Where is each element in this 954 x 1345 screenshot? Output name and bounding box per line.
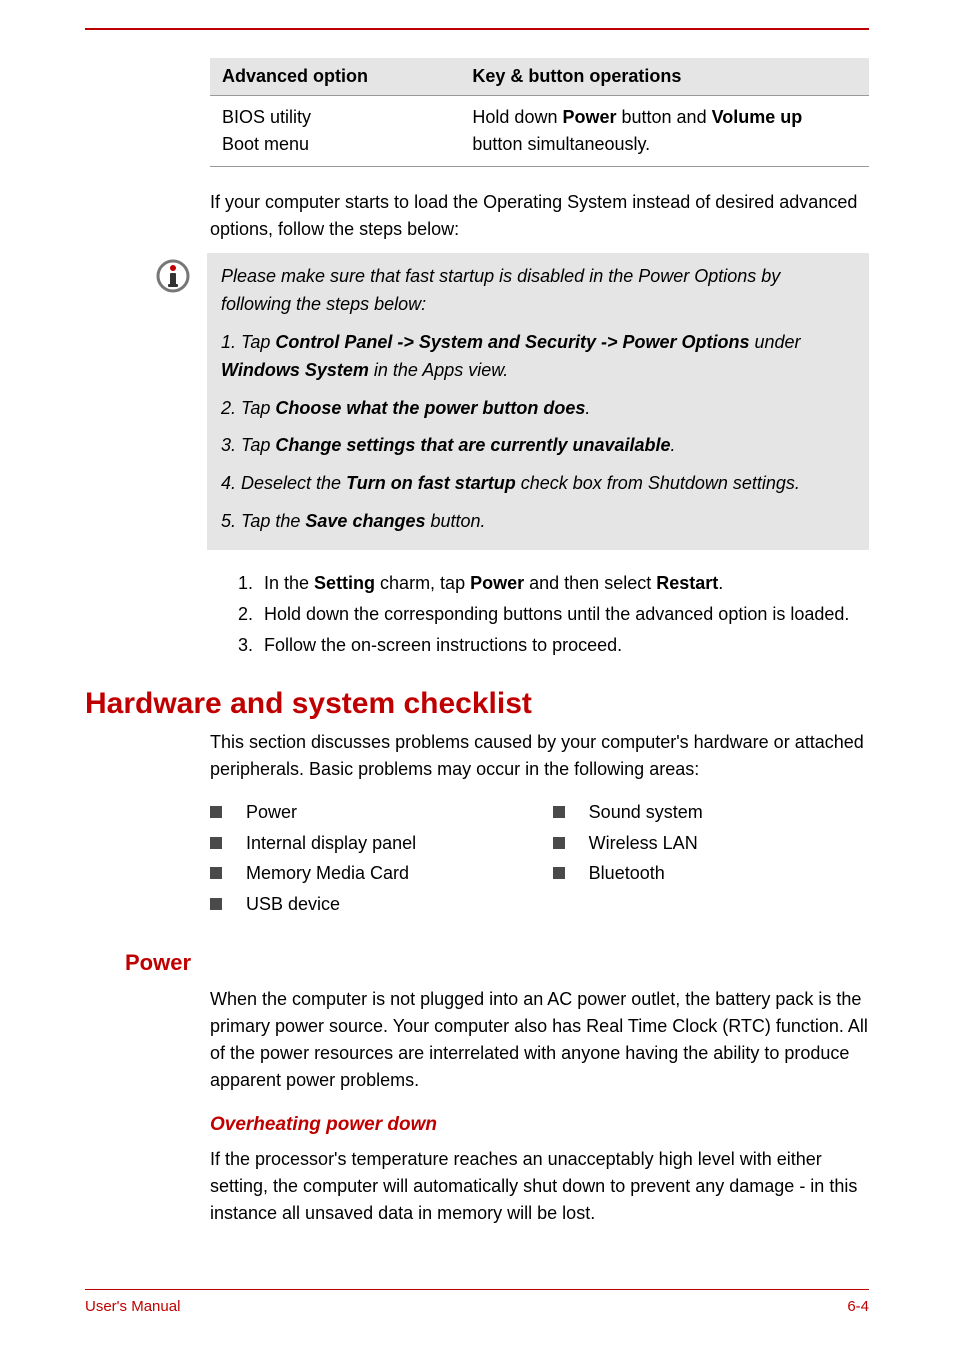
text: Hold down — [472, 107, 562, 127]
checklist-label: Memory Media Card — [246, 858, 409, 889]
checklist-columns: Power Internal display panel Memory Medi… — [210, 797, 869, 919]
text: 4. Deselect the — [221, 473, 346, 493]
power-paragraph: When the computer is not plugged into an… — [210, 986, 869, 1094]
note-p3: 2. Tap Choose what the power button does… — [221, 395, 855, 423]
checklist-label: Wireless LAN — [589, 828, 698, 859]
cell-key-operations: Hold down Power button and Volume up but… — [460, 96, 869, 167]
advanced-options-table: Advanced option Key & button operations … — [210, 58, 869, 167]
footer-page-number: 6-4 — [847, 1298, 869, 1315]
text: check box from Shutdown settings. — [516, 473, 800, 493]
text: 2. Tap — [221, 398, 275, 418]
text: . — [671, 435, 676, 455]
text: 1. Tap — [221, 332, 275, 352]
text: . — [585, 398, 590, 418]
checklist-intro: This section discusses problems caused b… — [210, 729, 869, 783]
text-bold: Turn on fast startup — [346, 473, 516, 493]
text-bold: Control Panel -> System and Security -> … — [275, 332, 749, 352]
checklist-label: Sound system — [589, 797, 703, 828]
overheat-paragraph: If the processor's temperature reaches a… — [210, 1146, 869, 1227]
checklist-label: USB device — [246, 889, 340, 920]
heading-hardware-checklist: Hardware and system checklist — [85, 687, 869, 721]
list-item: Power — [210, 797, 553, 828]
note-p5: 4. Deselect the Turn on fast startup che… — [221, 470, 855, 498]
text: charm, tap — [375, 573, 470, 593]
bullet-square-icon — [210, 898, 222, 910]
list-item: Memory Media Card — [210, 858, 553, 889]
checklist-label: Internal display panel — [246, 828, 416, 859]
list-item: Hold down the corresponding buttons unti… — [258, 601, 869, 628]
bullet-square-icon — [210, 837, 222, 849]
cell-bios-utility: BIOS utility — [222, 104, 448, 131]
text: 5. Tap the — [221, 511, 305, 531]
table-header-advanced-option: Advanced option — [210, 58, 460, 96]
text: In the — [264, 573, 314, 593]
footer-rule — [85, 1289, 869, 1290]
list-item: Wireless LAN — [553, 828, 869, 859]
bullet-square-icon — [553, 837, 565, 849]
table-row: BIOS utility Boot menu Hold down Power b… — [210, 96, 869, 167]
intro-paragraph: If your computer starts to load the Oper… — [210, 189, 869, 243]
text-bold: Power — [470, 573, 524, 593]
checklist-label: Power — [246, 797, 297, 828]
text-bold: Save changes — [305, 511, 425, 531]
text: 3. Tap — [221, 435, 275, 455]
note-p4: 3. Tap Change settings that are currentl… — [221, 432, 855, 460]
text: button and — [617, 107, 712, 127]
note-box: Please make sure that fast startup is di… — [85, 253, 869, 550]
bullet-square-icon — [210, 806, 222, 818]
heading-overheating: Overheating power down — [210, 1114, 869, 1136]
bullet-square-icon — [210, 867, 222, 879]
steps-list: In the Setting charm, tap Power and then… — [210, 570, 869, 659]
text-bold: Restart — [656, 573, 718, 593]
text: and then select — [524, 573, 656, 593]
text-bold: Change settings that are currently unava… — [275, 435, 670, 455]
text-bold: Setting — [314, 573, 375, 593]
list-item: Sound system — [553, 797, 869, 828]
note-p6: 5. Tap the Save changes button. — [221, 508, 855, 536]
text-bold: Choose what the power button does — [275, 398, 585, 418]
text-bold: Windows System — [221, 360, 369, 380]
list-item: USB device — [210, 889, 553, 920]
list-item: Internal display panel — [210, 828, 553, 859]
text: in the Apps view. — [369, 360, 508, 380]
list-item: In the Setting charm, tap Power and then… — [258, 570, 869, 597]
text-bold: Power — [562, 107, 616, 127]
note-p2: 1. Tap Control Panel -> System and Secur… — [221, 329, 855, 385]
cell-boot-menu: Boot menu — [222, 131, 448, 158]
bullet-square-icon — [553, 806, 565, 818]
heading-power: Power — [125, 950, 869, 976]
text-bold: Volume up — [712, 107, 803, 127]
table-header-key-operations: Key & button operations — [460, 58, 869, 96]
page-footer: User's Manual 6-4 — [0, 1289, 954, 1345]
list-item: Follow the on-screen instructions to pro… — [258, 632, 869, 659]
list-item: Bluetooth — [553, 858, 869, 889]
text: . — [718, 573, 723, 593]
text: under — [750, 332, 801, 352]
info-icon — [147, 253, 199, 293]
header-rule — [85, 28, 869, 30]
footer-left: User's Manual — [85, 1298, 180, 1315]
note-p1: Please make sure that fast startup is di… — [221, 263, 855, 319]
bullet-square-icon — [553, 867, 565, 879]
text: button simultaneously. — [472, 134, 650, 154]
text: button. — [425, 511, 485, 531]
checklist-label: Bluetooth — [589, 858, 665, 889]
